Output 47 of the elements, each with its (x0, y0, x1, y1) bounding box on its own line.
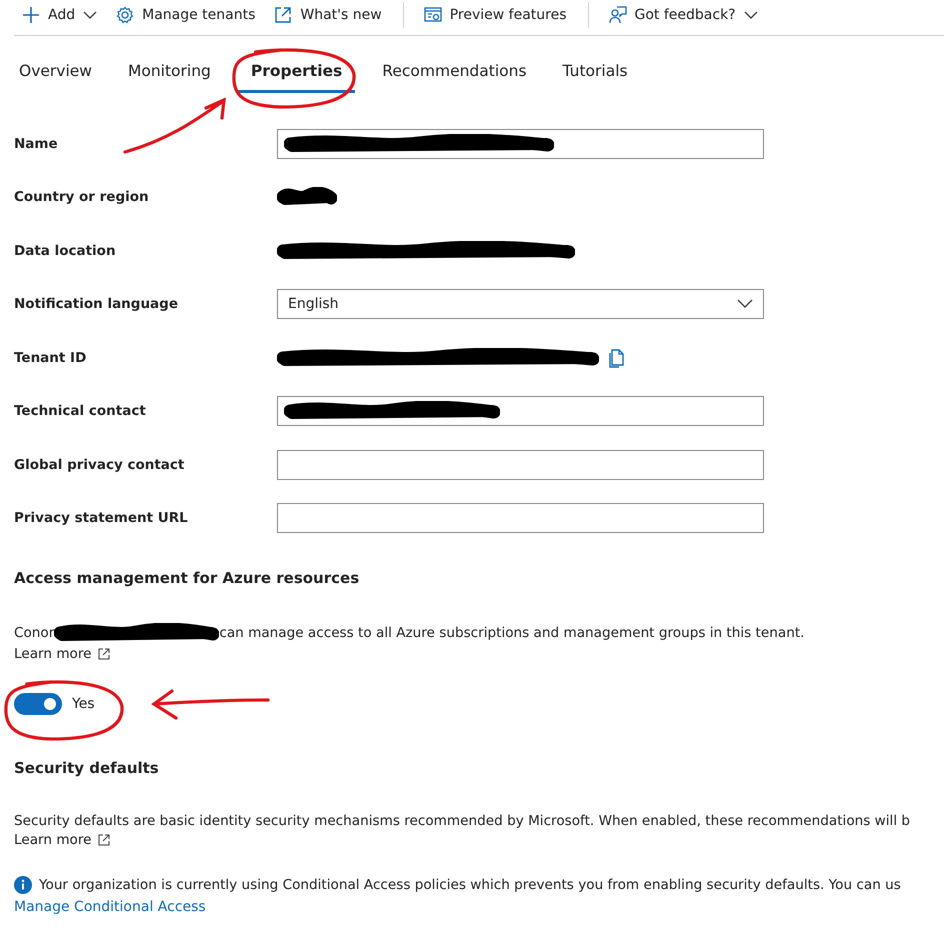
field-label: Notification language (14, 296, 179, 312)
field-label: Name (14, 136, 59, 152)
chevron-icon (737, 299, 753, 310)
field-label: Country or region (14, 189, 150, 206)
toolbar-button[interactable]: Manage tenants (108, 2, 264, 28)
input-field[interactable] (277, 396, 764, 426)
copy-icon (607, 348, 625, 368)
tab[interactable]: Monitoring (114, 56, 224, 93)
field-label: Tenant ID (14, 350, 88, 366)
window-gear-icon (424, 6, 442, 24)
section-heading: Security defaults (14, 759, 160, 779)
tab[interactable]: Properties (238, 56, 356, 93)
learn-more-link[interactable]: Learn more (14, 646, 110, 662)
field-label: Privacy statement URL (14, 510, 189, 526)
toggle-switch[interactable] (14, 693, 62, 715)
toggle-label: Yes (72, 696, 95, 712)
tab[interactable]: Recommendations (369, 56, 540, 93)
field-label: Technical contact (14, 403, 147, 420)
caret-icon (744, 10, 758, 20)
plus-icon (22, 6, 40, 24)
learn-more-link[interactable]: Learn more (14, 832, 110, 848)
info-message: Your organization is currently using Conditional Access policies which prevents you from enabling security defaults. You can us (39, 877, 901, 893)
settings-icon (116, 6, 134, 24)
info-icon (14, 876, 32, 894)
toolbar-button[interactable]: Preview features (416, 2, 576, 28)
external-link-icon (98, 834, 110, 846)
manage-conditional-access-link[interactable]: Manage Conditional Access (14, 899, 206, 915)
external-link-icon (274, 6, 292, 24)
description-text: Security defaults are basic identity security mechanisms recommended by Microsoft. When enabled, these recommendations will b (14, 813, 912, 829)
person-feedback-icon (608, 6, 627, 24)
toolbar-button[interactable]: Add (14, 2, 106, 28)
field-label: Global privacy contact (14, 456, 186, 473)
toolbar-button[interactable]: What's new (266, 2, 391, 28)
input-field[interactable] (277, 450, 764, 480)
external-link-icon (98, 648, 110, 660)
input-field[interactable] (277, 128, 764, 159)
dropdown[interactable]: English (277, 289, 764, 320)
field-label: Data location (14, 242, 117, 259)
owner-name: Conor (14, 625, 54, 641)
copy-button[interactable] (607, 348, 625, 368)
caret-icon (83, 10, 98, 20)
toolbar-button[interactable]: Got feedback? (600, 2, 767, 28)
input-field[interactable] (277, 503, 764, 534)
description-text: can manage access to all Azure subscriptions and management groups in this tenant. (219, 625, 804, 641)
section-heading: Access management for Azure resources (14, 569, 360, 589)
tab[interactable]: Tutorials (550, 56, 641, 93)
tab[interactable]: Overview (6, 56, 105, 93)
